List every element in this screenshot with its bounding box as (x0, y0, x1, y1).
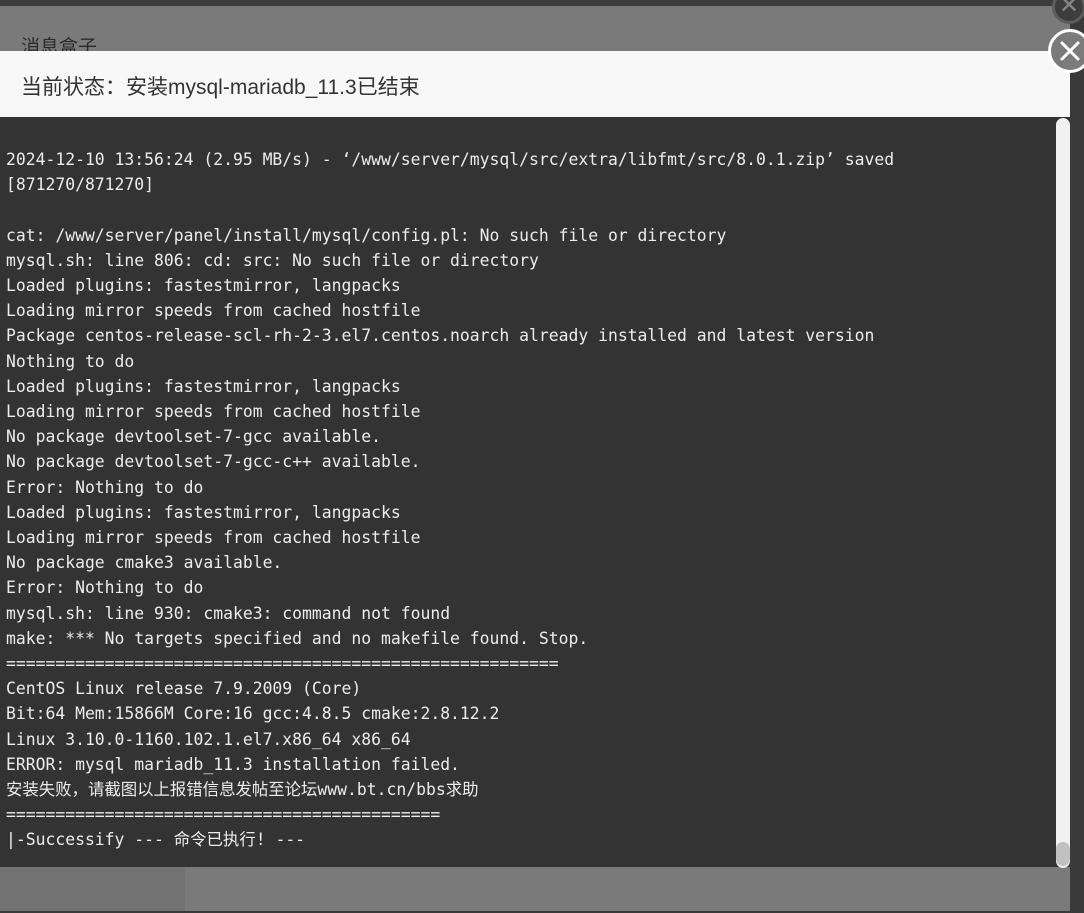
dialog-close-button[interactable] (1048, 29, 1084, 73)
dialog-title: 当前状态：安装mysql-mariadb_11.3已结束 (21, 76, 420, 99)
console-line: Linux 3.10.0-1160.102.1.el7.x86_64 x86_6… (6, 729, 411, 749)
console-line: Error: Nothing to do (6, 578, 204, 598)
console-line: mysql.sh: line 806: cd: src: No such fil… (6, 250, 539, 270)
console-line: CentOS Linux release 7.9.2009 (Core) (6, 679, 362, 699)
console-output[interactable]: 2024-12-10 13:56:24 (2.95 MB/s) - ‘/www/… (0, 117, 1070, 867)
console-line: Loaded plugins: fastestmirror, langpacks (6, 276, 401, 296)
console-line: Loaded plugins: fastestmirror, langpacks (6, 502, 401, 522)
console-line: 2024-12-10 13:56:24 (2.95 MB/s) - ‘/www/… (6, 150, 895, 169)
side-strip (1070, 116, 1084, 913)
console-line: make: *** No targets specified and no ma… (6, 628, 589, 648)
console-log-text: 2024-12-10 13:56:24 (2.95 MB/s) - ‘/www/… (0, 117, 1070, 853)
console-line: Loading mirror speeds from cached hostfi… (6, 528, 421, 548)
close-icon: ✕ (1058, 0, 1080, 19)
scrollbar-track[interactable] (1056, 118, 1070, 868)
console-line: Bit:64 Mem:15866M Core:16 gcc:4.8.5 cmak… (6, 704, 500, 724)
scrollbar-thumb[interactable] (1056, 842, 1070, 866)
console-line: mysql.sh: line 930: cmake3: command not … (6, 603, 451, 623)
close-icon (1060, 41, 1080, 61)
background-close-button[interactable]: ✕ (1052, 0, 1084, 24)
console-line: Loading mirror speeds from cached hostfi… (6, 402, 421, 422)
console-line: [871270/871270] (6, 175, 155, 195)
console-line: No package devtoolset-7-gcc-c++ availabl… (6, 452, 421, 472)
dialog-header: 当前状态：安装mysql-mariadb_11.3已结束 (0, 51, 1070, 117)
background-footer-left (0, 867, 185, 911)
console-line: Package centos-release-scl-rh-2-3.el7.ce… (6, 326, 875, 346)
console-line: Nothing to do (6, 351, 135, 371)
console-line: No package devtoolset-7-gcc available. (6, 427, 381, 447)
console-line: ========================================… (6, 654, 559, 674)
console-line: ========================================… (6, 805, 441, 825)
console-line: ERROR: mysql mariadb_11.3 installation f… (6, 754, 460, 774)
console-line: 安装失败，请截图以上报错信息发帖至论坛www.bt.cn/bbs求助 (6, 780, 479, 800)
console-line: |-Successify --- 命令已执行! --- (6, 830, 306, 850)
console-line: No package cmake3 available. (6, 553, 283, 573)
console-line: cat: /www/server/panel/install/mysql/con… (6, 225, 727, 245)
background-footer-right (185, 867, 1070, 911)
console-line: Loaded plugins: fastestmirror, langpacks (6, 376, 401, 396)
console-line: Error: Nothing to do (6, 477, 204, 497)
console-line: Loading mirror speeds from cached hostfi… (6, 301, 421, 321)
